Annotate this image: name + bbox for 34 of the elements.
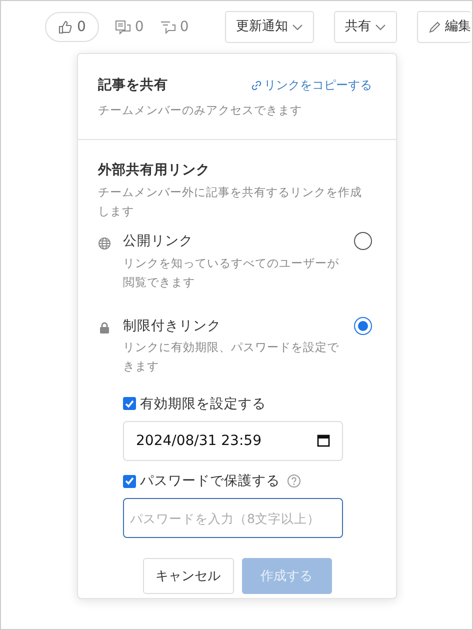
thumbs-up-icon: [58, 20, 72, 34]
dropdown-button[interactable]: 更新通知: [224, 11, 314, 43]
calendar-icon: [317, 434, 330, 447]
option-label: 公開リンク: [123, 232, 194, 252]
radio-button[interactable]: [354, 232, 372, 250]
checkbox-label: パスワードで保護する: [140, 472, 280, 491]
reply-count: 0: [180, 18, 189, 36]
lock-icon: [98, 321, 111, 334]
globe-icon: [98, 237, 111, 250]
like-button[interactable]: 0: [45, 12, 99, 42]
checkbox[interactable]: [123, 397, 136, 410]
option-description: リンクに有効期限、パスワードを設定できます: [123, 338, 340, 375]
section-description: チームメンバー外に記事を共有するリンクを作成します: [98, 184, 363, 220]
radio-button[interactable]: [354, 316, 372, 334]
password-field[interactable]: パスワードを入力（8文字以上）: [123, 498, 343, 538]
popover-title: 記事を共有: [98, 76, 168, 95]
cancel-button[interactable]: キャンセル: [142, 558, 234, 594]
comment-icon: [114, 20, 131, 34]
comment-count: 0: [134, 18, 144, 36]
copy-link[interactable]: リンクをコピーする: [251, 76, 372, 94]
checkbox-label: 有効期限を設定する: [140, 394, 266, 414]
link-icon: [251, 80, 262, 91]
section-heading: 外部共有用リンク: [98, 161, 211, 180]
pencil-icon: [428, 20, 441, 34]
option-label: 制限付きリンク: [123, 316, 222, 336]
dropdown-button[interactable]: 共有: [334, 11, 397, 43]
date-field[interactable]: 2024/08/31 23:59: [123, 421, 343, 461]
checkbox[interactable]: [123, 474, 136, 488]
edit-button[interactable]: 編集: [416, 11, 471, 43]
chevron-down-icon: [292, 24, 303, 30]
popover-subtitle: チームメンバーのみアクセスできます: [98, 102, 303, 120]
option-description: リンクを知っているすべてのユーザーが閲覧できます: [123, 254, 340, 290]
chevron-down-icon: [374, 24, 386, 30]
reply-icon: [160, 20, 176, 34]
